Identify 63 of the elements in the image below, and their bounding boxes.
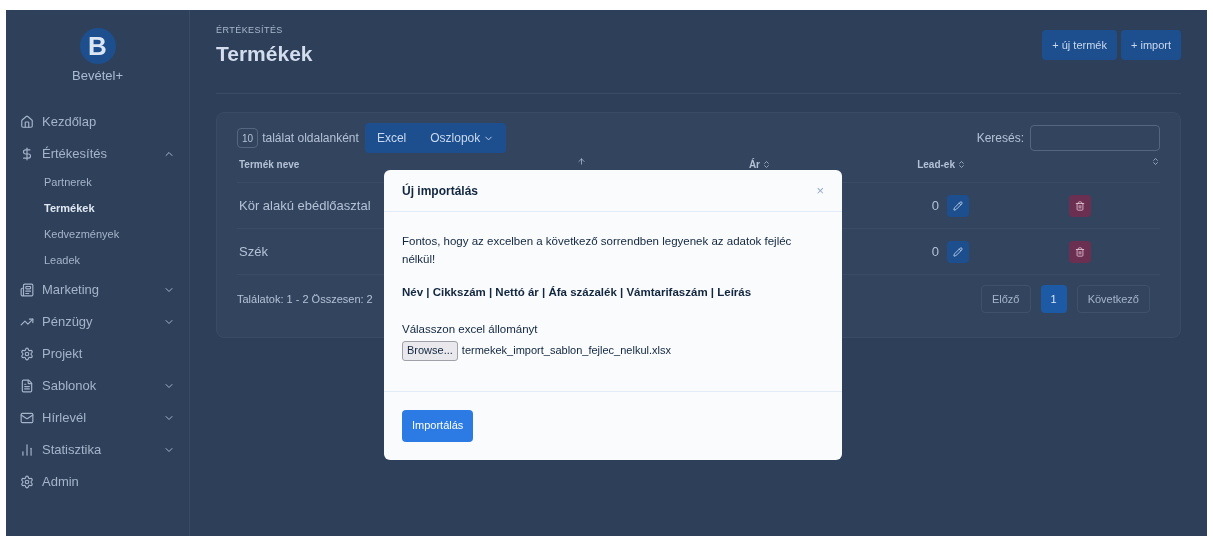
nav-item[interactable]: Értékesítés [6,137,189,170]
nav-subitem[interactable]: Leadek [6,247,189,274]
trash-icon [1075,200,1085,211]
pencil-icon [953,246,963,257]
delete-button[interactable] [1069,194,1091,217]
product-name: Kör alakú ebédlőasztal [239,196,371,215]
dialog-title: Új importálás [402,182,479,200]
nav-item[interactable]: Hírlevél [6,401,189,434]
nav-item[interactable]: Kezdőlap [6,105,189,138]
nav-item[interactable]: Statisztika [6,433,189,466]
nav-item[interactable]: Sablonok [6,369,189,402]
bar-chart-icon [20,442,34,457]
product-name: Szék [239,242,268,261]
edit-button[interactable] [947,194,969,217]
edit-button[interactable] [947,240,969,263]
nav-item[interactable]: Marketing [6,273,189,306]
pagination-button[interactable]: Következő [1076,285,1150,313]
dollar-icon [20,146,34,161]
sort-icon [762,160,771,169]
nav-subitem[interactable]: Kedvezmények [6,221,189,248]
nav-item[interactable]: Pénzügy [6,305,189,338]
newspaper-icon [20,282,34,297]
column-header[interactable]: Termék neve [237,157,577,172]
header-button[interactable]: + új termék [1042,30,1117,60]
header-button[interactable]: + import [1120,30,1181,60]
pagination-button[interactable]: 1 [1040,285,1067,313]
lead-count: 0 [930,196,940,215]
page-size-field[interactable]: 10 [237,128,259,148]
search-label: Keresés: [976,130,1024,147]
browse-button[interactable]: Browse... [402,340,458,361]
nav-subitem[interactable]: Termékek [6,195,189,222]
column-order-text: Név | Cikkszám | Nettó ár | Áfa százalék | Vámtarifaszám | Leírás [402,285,753,300]
file-name: termekek_import_sablon_fejlec_nelkul.xlsx [461,343,671,359]
breadcrumb: ÉRTÉKESÍTÉS [216,24,284,37]
pencil-icon [953,200,963,211]
delete-button[interactable] [1069,240,1091,263]
sort-icon [957,160,966,169]
results-summary: Találatok: 1 - 2 Összesen: 2 [237,291,373,307]
column-header[interactable]: Ár [748,157,760,172]
export-button[interactable]: Oszlopok [418,123,507,153]
pagination-button[interactable]: Előző [980,285,1031,313]
export-button[interactable]: Excel [364,123,419,153]
file-label: Válasszon excel állományt [402,322,539,338]
home-icon [20,114,34,129]
gear-icon [20,346,34,361]
brand-name: Bevétel+ [72,67,123,85]
trash-icon [1075,246,1085,257]
import-button[interactable]: Importálás [402,409,474,442]
page-size-label: találat oldalanként [262,130,359,147]
nav-item[interactable]: Projekt [6,337,189,370]
column-header[interactable]: Lead-ek [917,157,955,172]
lead-count: 0 [930,242,940,261]
document-icon [20,378,34,393]
mail-icon [20,410,34,425]
sort-icon [1151,157,1160,166]
sort-icon [577,157,586,166]
logo-icon: B [79,28,116,64]
gear-icon [20,474,34,489]
nav-item[interactable]: Admin [6,465,189,498]
page-title: Termékek [216,40,313,67]
search-field[interactable] [1030,125,1160,151]
instruction-text: Fontos, hogy az excelben a következő sorrendben legyenek az adatok fejléc nélkül! [402,234,793,267]
nav-subitem[interactable]: Partnerek [6,169,189,196]
